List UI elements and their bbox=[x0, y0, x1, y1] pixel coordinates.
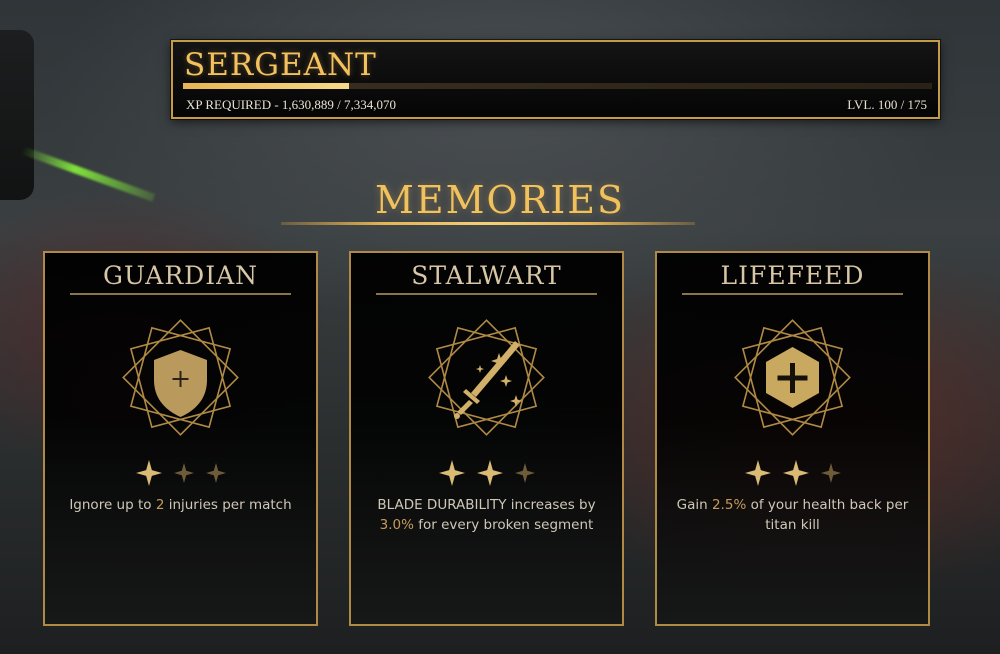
xp-required-text: XP REQUIRED - 1,630,889 / 7,334,070 bbox=[186, 97, 397, 112]
memories-heading: MEMORIES bbox=[374, 178, 626, 222]
hexagon-plus-icon bbox=[734, 319, 851, 436]
memory-card-stalwart[interactable]: STALWART BLADE DURABILITY increases by 3… bbox=[349, 251, 624, 626]
memory-title-rule bbox=[70, 293, 291, 295]
memory-card-lifefeed[interactable]: LIFEFEED Gain 2.5% of your health back p… bbox=[655, 251, 930, 626]
blade-sparkle-icon bbox=[428, 319, 545, 436]
star-filled-icon bbox=[744, 460, 771, 486]
memory-stars bbox=[657, 460, 928, 486]
star-empty-icon bbox=[820, 463, 841, 483]
memory-description: Gain 2.5% of your health back per titan … bbox=[676, 497, 909, 533]
rank-title: SERGEANT bbox=[184, 47, 377, 83]
memory-title-rule bbox=[376, 293, 597, 295]
star-filled-icon bbox=[135, 460, 162, 486]
memory-stars bbox=[351, 460, 622, 486]
memory-title: STALWART bbox=[411, 261, 562, 290]
level-text: LVL. 100 / 175 bbox=[847, 97, 927, 112]
xp-progress-fill bbox=[183, 83, 350, 89]
memory-description: BLADE DURABILITY increases by 3.0% for e… bbox=[377, 497, 596, 533]
star-empty-icon bbox=[205, 463, 226, 483]
memory-value: 2.5% bbox=[711, 497, 747, 513]
memory-value: 3.0% bbox=[379, 517, 414, 533]
memory-title: GUARDIAN bbox=[103, 261, 258, 290]
star-filled-icon bbox=[476, 460, 503, 486]
memory-description: Ignore up to 2 injuries per match bbox=[69, 497, 292, 513]
star-empty-icon bbox=[514, 463, 535, 483]
memory-title: LIFEFEED bbox=[720, 261, 865, 290]
xp-progress-bar bbox=[183, 83, 932, 89]
shield-plus-icon bbox=[122, 319, 239, 436]
star-filled-icon bbox=[782, 460, 809, 486]
star-filled-icon bbox=[438, 460, 465, 486]
memory-stars bbox=[45, 460, 316, 486]
memories-divider bbox=[281, 222, 695, 225]
memory-title-rule bbox=[682, 293, 903, 295]
rank-panel: SERGEANT XP REQUIRED - 1,630,889 / 7,334… bbox=[171, 40, 940, 119]
background-character bbox=[0, 30, 34, 200]
memory-card-guardian[interactable]: GUARDIAN Ignore up to 2 injuries per mat… bbox=[43, 251, 318, 626]
star-empty-icon bbox=[173, 463, 194, 483]
